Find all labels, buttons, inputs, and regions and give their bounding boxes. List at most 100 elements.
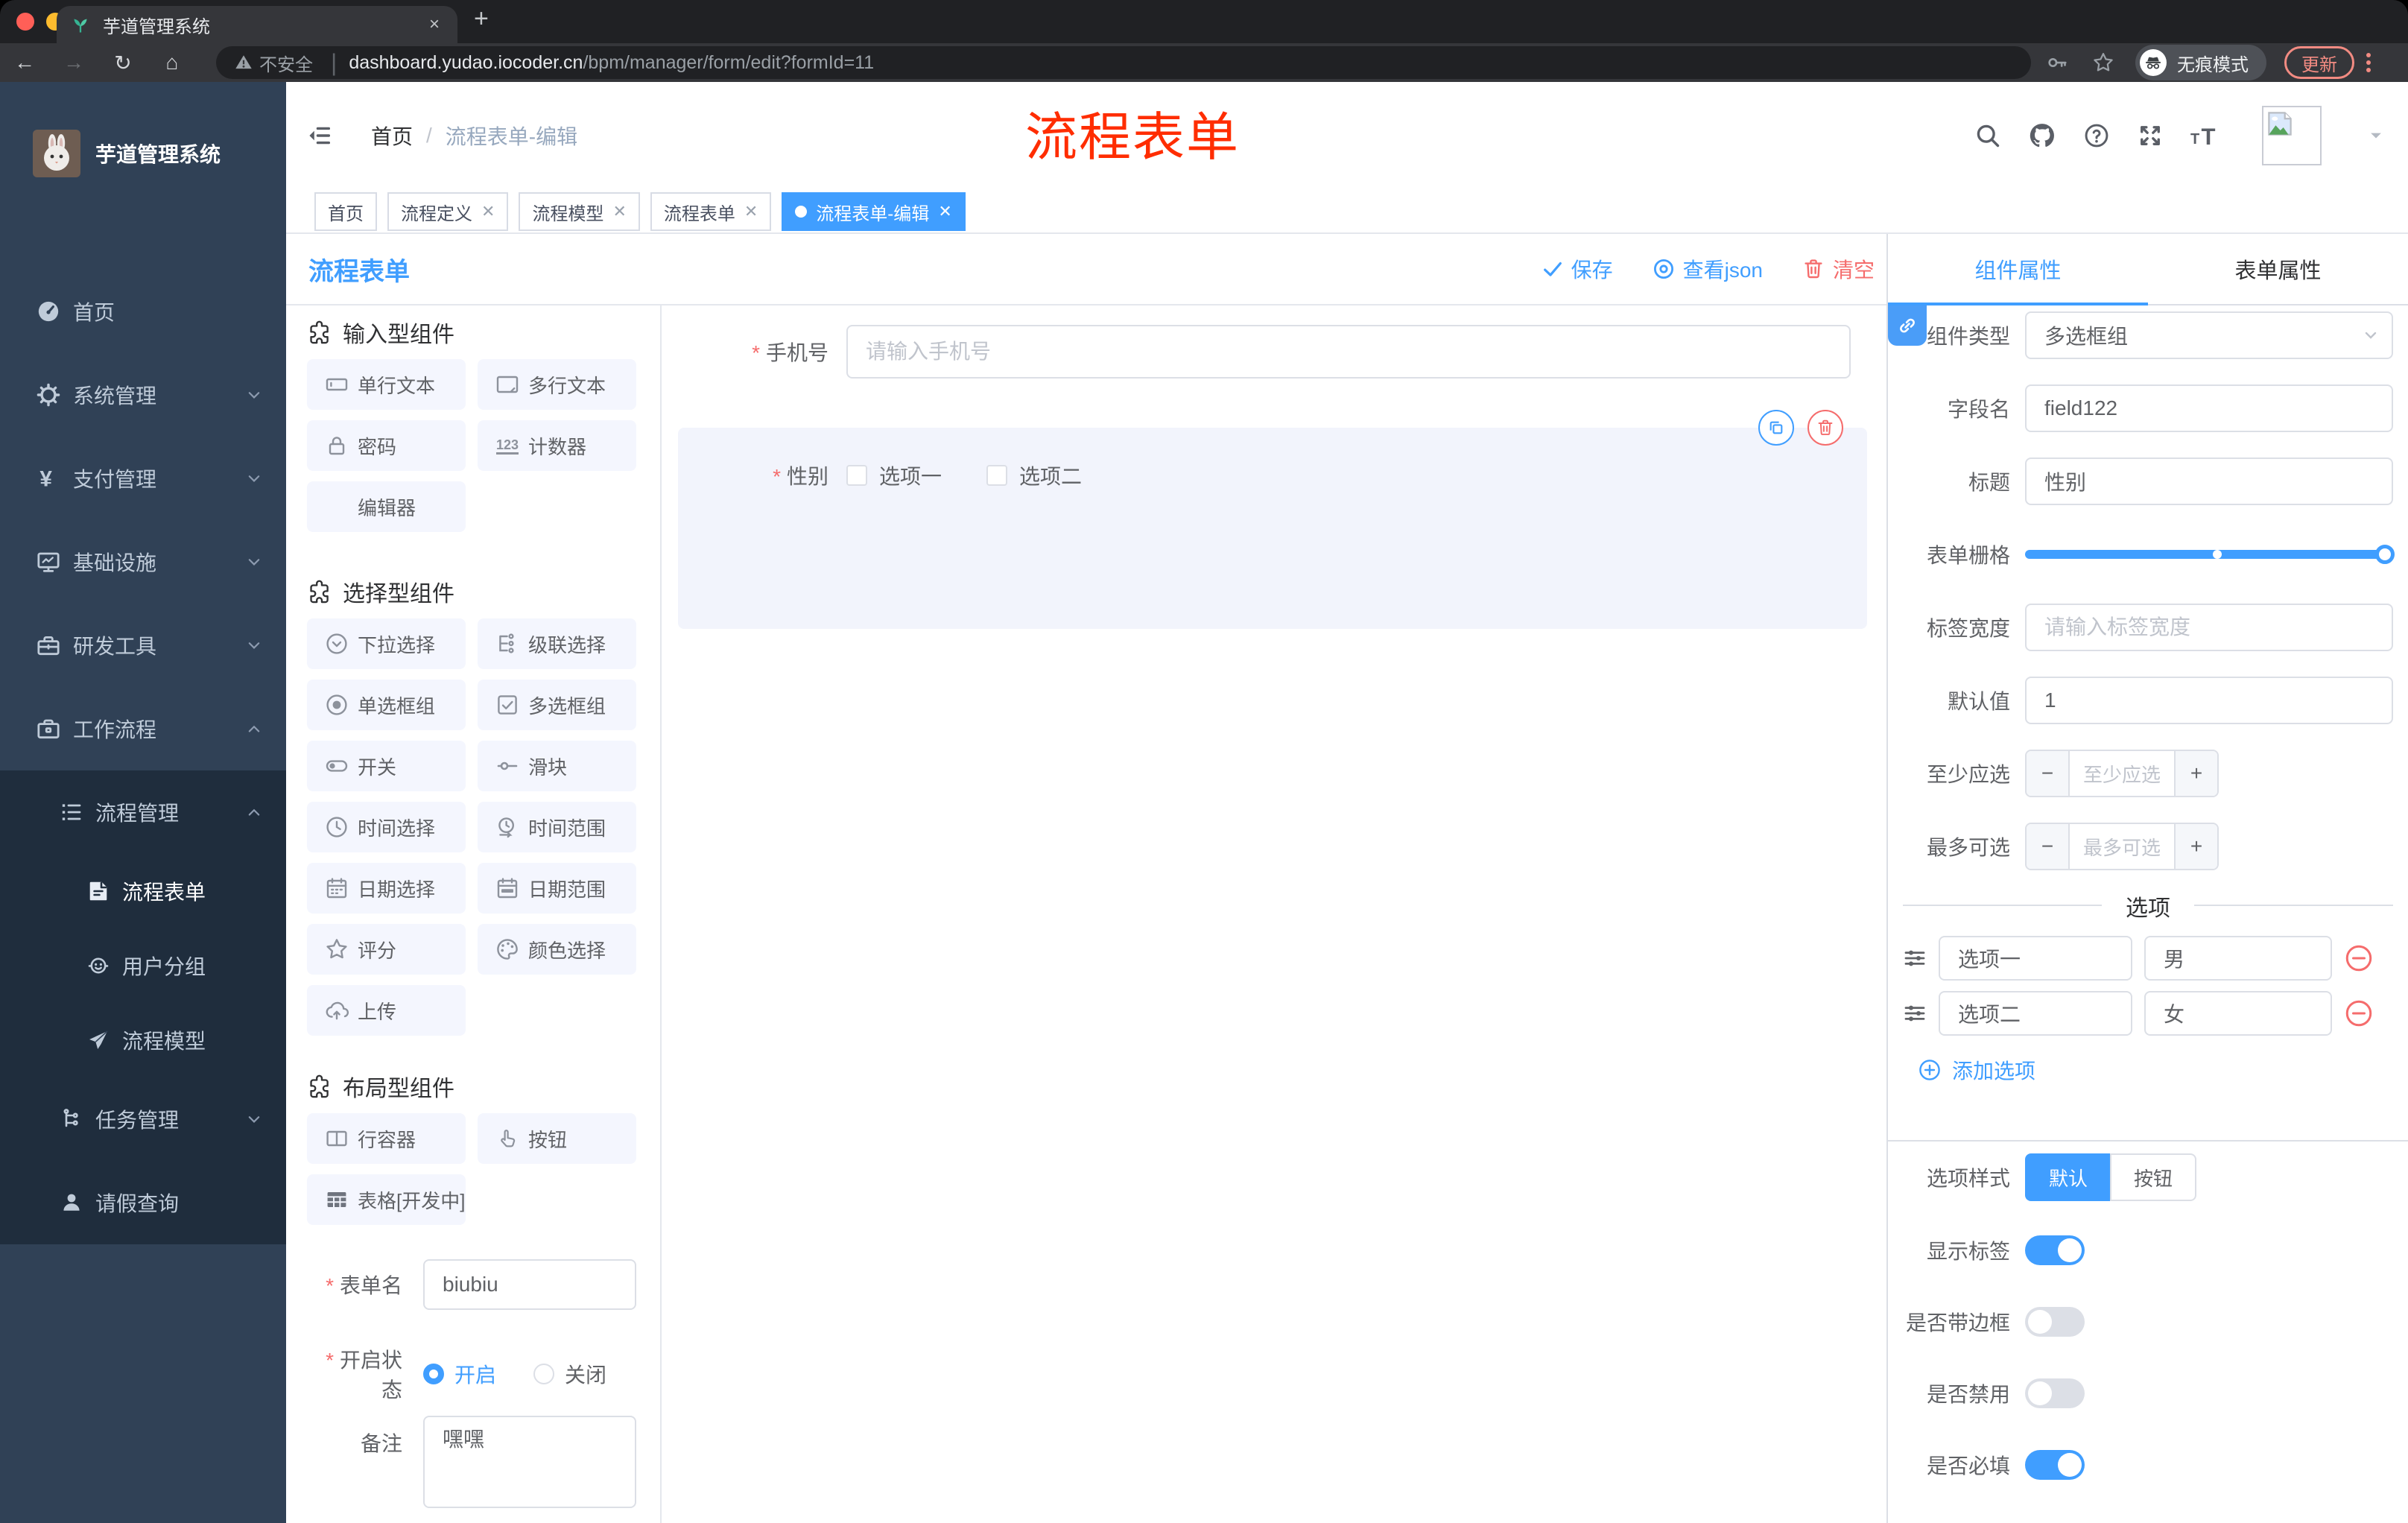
- sidebar-item-process-mgmt[interactable]: 流程管理: [0, 770, 286, 854]
- checkbox-icon[interactable]: [986, 465, 1008, 486]
- required-toggle[interactable]: [2025, 1450, 2085, 1480]
- component-button[interactable]: 按钮: [478, 1113, 636, 1164]
- drag-handle-icon[interactable]: [1903, 1001, 1927, 1025]
- canvas-selected-gender-field[interactable]: 性别 选项一 选项二: [678, 410, 1867, 629]
- component-checkbox-group[interactable]: 多选框组: [478, 680, 636, 730]
- home-button[interactable]: ⌂: [148, 51, 197, 75]
- stepper-minus-button[interactable]: −: [2027, 751, 2070, 796]
- drag-handle-icon[interactable]: [1903, 946, 1927, 970]
- component-slider[interactable]: 滑块: [478, 741, 636, 791]
- tag-close-icon[interactable]: ✕: [938, 202, 951, 221]
- github-icon[interactable]: [2028, 121, 2056, 150]
- phone-input[interactable]: [846, 325, 1851, 379]
- font-size-icon[interactable]: TT: [2190, 122, 2220, 149]
- status-on-radio[interactable]: [423, 1364, 444, 1384]
- field-name-input[interactable]: [2025, 384, 2393, 432]
- breadcrumb-home[interactable]: 首页: [371, 121, 413, 151]
- gender-option-1[interactable]: 选项一: [846, 460, 942, 490]
- option-label-input[interactable]: [1939, 936, 2132, 981]
- max-select-placeholder[interactable]: 最多可选: [2070, 824, 2174, 869]
- sidebar-item-process-model[interactable]: 流程模型: [0, 1003, 286, 1077]
- add-option-button[interactable]: 添加选项: [1918, 1055, 2408, 1085]
- title-input[interactable]: [2025, 457, 2393, 505]
- sidebar-item-user-group[interactable]: 用户分组: [0, 928, 286, 1003]
- min-select-stepper[interactable]: − 至少应选 +: [2025, 750, 2219, 797]
- sidebar-item-process-form[interactable]: 流程表单: [0, 854, 286, 928]
- remove-option-icon[interactable]: [2344, 998, 2374, 1028]
- sidebar-item-task-mgmt[interactable]: 任务管理: [0, 1077, 286, 1161]
- hamburger-fold-icon[interactable]: [307, 123, 332, 148]
- component-upload[interactable]: 上传: [307, 985, 466, 1036]
- component-time-picker[interactable]: 时间选择: [307, 802, 466, 852]
- forward-button[interactable]: →: [49, 51, 98, 75]
- slider-handle[interactable]: [2375, 545, 2395, 564]
- default-value-input[interactable]: [2025, 677, 2393, 724]
- checkbox-icon[interactable]: [846, 465, 867, 486]
- remove-option-icon[interactable]: [2344, 943, 2374, 973]
- gender-option-2[interactable]: 选项二: [986, 460, 1082, 490]
- component-multi-text[interactable]: 多行文本: [478, 359, 636, 410]
- caret-down-icon[interactable]: [2368, 127, 2384, 144]
- tag-close-icon[interactable]: ✕: [744, 202, 758, 221]
- component-color-picker[interactable]: 颜色选择: [478, 924, 636, 975]
- close-window-button[interactable]: [16, 13, 34, 31]
- form-canvas[interactable]: 手机号 性别 选项一 选项二: [662, 305, 1886, 1523]
- max-select-stepper[interactable]: − 最多可选 +: [2025, 823, 2219, 870]
- sidebar-item-leave-query[interactable]: 请假查询: [0, 1161, 286, 1244]
- component-date-range[interactable]: 日期范围: [478, 863, 636, 914]
- option-label-input[interactable]: [1939, 991, 2132, 1036]
- tag-process-form-edit[interactable]: 流程表单-编辑 ✕: [782, 192, 966, 231]
- save-button[interactable]: 保存: [1542, 254, 1613, 284]
- tag-process-model[interactable]: 流程模型 ✕: [519, 192, 640, 231]
- new-tab-button[interactable]: +: [474, 4, 489, 34]
- option-value-input[interactable]: [2144, 936, 2332, 981]
- style-button-button[interactable]: 按钮: [2110, 1153, 2197, 1201]
- component-password[interactable]: 密码: [307, 420, 466, 471]
- sidebar-item-payment[interactable]: ¥ 支付管理: [0, 437, 286, 520]
- tag-process-definition[interactable]: 流程定义 ✕: [387, 192, 509, 231]
- show-label-toggle[interactable]: [2025, 1235, 2085, 1265]
- component-radio-group[interactable]: 单选框组: [307, 680, 466, 730]
- stepper-plus-button[interactable]: +: [2174, 824, 2217, 869]
- sidebar-item-workflow[interactable]: 工作流程: [0, 687, 286, 770]
- grid-slider[interactable]: [2025, 545, 2395, 564]
- canvas-phone-field[interactable]: 手机号: [662, 325, 1851, 379]
- fullscreen-icon[interactable]: [2137, 122, 2164, 149]
- component-cascader[interactable]: 级联选择: [478, 618, 636, 669]
- bookmark-star-icon[interactable]: [2092, 51, 2114, 74]
- back-button[interactable]: ←: [0, 51, 49, 75]
- min-select-placeholder[interactable]: 至少应选: [2070, 751, 2174, 796]
- browser-menu-icon[interactable]: [2366, 53, 2371, 72]
- help-icon[interactable]: [2083, 122, 2110, 149]
- border-toggle[interactable]: [2025, 1307, 2085, 1337]
- sidebar-item-home[interactable]: 首页: [0, 270, 286, 353]
- security-label[interactable]: 不安全: [259, 50, 313, 76]
- option-value-input[interactable]: [2144, 991, 2332, 1036]
- tag-close-icon[interactable]: ✕: [481, 202, 495, 221]
- component-single-text[interactable]: 单行文本: [307, 359, 466, 410]
- tab-close-icon[interactable]: ×: [425, 14, 444, 35]
- view-json-button[interactable]: 查看json: [1652, 254, 1763, 284]
- component-select[interactable]: 下拉选择: [307, 618, 466, 669]
- status-off-radio[interactable]: [533, 1364, 555, 1384]
- delete-component-button[interactable]: [1807, 410, 1843, 446]
- avatar-broken-image[interactable]: [2262, 106, 2322, 165]
- status-on-label[interactable]: 开启: [454, 1359, 496, 1389]
- reload-button[interactable]: ↻: [98, 51, 148, 75]
- tag-close-icon[interactable]: ✕: [612, 202, 626, 221]
- tag-process-form[interactable]: 流程表单 ✕: [650, 192, 772, 231]
- component-table-dev[interactable]: 表格[开发中]: [307, 1174, 466, 1225]
- tab-form-props[interactable]: 表单属性: [2148, 234, 2408, 304]
- form-name-input[interactable]: [423, 1259, 636, 1310]
- update-button[interactable]: 更新: [2284, 46, 2354, 79]
- sidebar-item-infra[interactable]: 基础设施: [0, 520, 286, 604]
- component-date-picker[interactable]: 日期选择: [307, 863, 466, 914]
- address-bar[interactable]: 不安全 | dashboard.yudao.iocoder.cn/bpm/man…: [216, 46, 2031, 79]
- password-key-icon[interactable]: [2046, 51, 2068, 74]
- sidebar-logo[interactable]: 芋道管理系统: [0, 82, 286, 225]
- component-switch[interactable]: 开关: [307, 741, 466, 791]
- tag-home[interactable]: 首页: [314, 192, 377, 231]
- style-default-button[interactable]: 默认: [2025, 1153, 2111, 1201]
- disabled-toggle[interactable]: [2025, 1378, 2085, 1408]
- component-editor[interactable]: 编辑器: [307, 481, 466, 532]
